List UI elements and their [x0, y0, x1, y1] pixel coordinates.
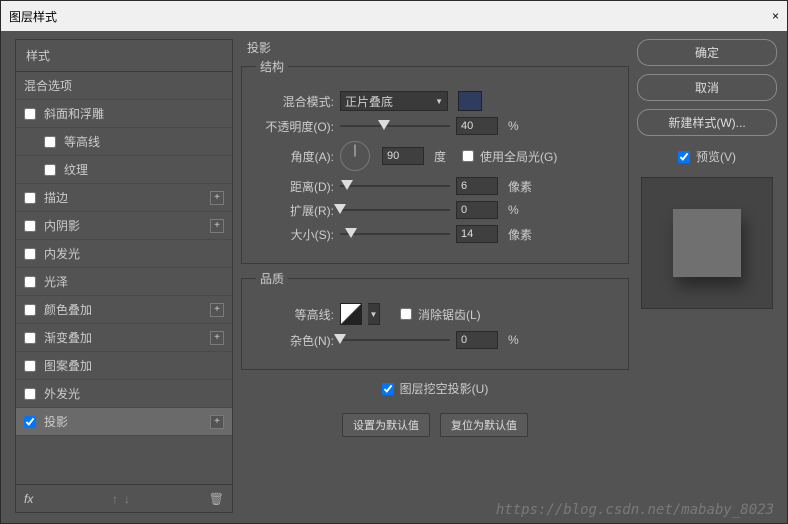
dialog-title: 图层样式 — [9, 8, 57, 25]
blending-options[interactable]: 混合选项 — [16, 72, 232, 100]
style-label: 光泽 — [44, 273, 224, 290]
style-item-图案叠加[interactable]: 图案叠加 — [16, 352, 232, 380]
antialias-checkbox[interactable] — [400, 308, 412, 320]
styles-header: 样式 — [16, 40, 232, 72]
arrow-down-icon[interactable]: ↓ — [124, 492, 130, 506]
style-item-纹理[interactable]: 纹理 — [16, 156, 232, 184]
style-label: 等高线 — [64, 133, 224, 150]
new-style-button[interactable]: 新建样式(W)... — [637, 109, 777, 136]
add-effect-icon[interactable]: + — [210, 191, 224, 205]
style-checkbox[interactable] — [24, 220, 36, 232]
size-slider[interactable] — [340, 227, 450, 241]
spread-label: 扩展(R): — [256, 202, 334, 219]
size-label: 大小(S): — [256, 226, 334, 243]
style-label: 纹理 — [64, 161, 224, 178]
style-item-描边[interactable]: 描边+ — [16, 184, 232, 212]
knockout-checkbox[interactable] — [382, 383, 394, 395]
style-label: 斜面和浮雕 — [44, 105, 224, 122]
fx-icon[interactable]: fx — [24, 492, 33, 506]
ok-button[interactable]: 确定 — [637, 39, 777, 66]
contour-picker[interactable] — [340, 303, 362, 325]
distance-slider[interactable] — [340, 179, 450, 193]
chevron-down-icon: ▼ — [435, 97, 443, 106]
style-item-渐变叠加[interactable]: 渐变叠加+ — [16, 324, 232, 352]
contour-dropdown[interactable]: ▼ — [368, 303, 380, 325]
global-light-checkbox[interactable] — [462, 150, 474, 162]
preview-swatch — [673, 209, 741, 277]
angle-input[interactable] — [382, 147, 424, 165]
style-checkbox[interactable] — [44, 164, 56, 176]
arrow-up-icon[interactable]: ↑ — [112, 492, 118, 506]
distance-label: 距离(D): — [256, 178, 334, 195]
style-checkbox[interactable] — [24, 192, 36, 204]
style-checkbox[interactable] — [24, 360, 36, 372]
style-item-颜色叠加[interactable]: 颜色叠加+ — [16, 296, 232, 324]
style-checkbox[interactable] — [24, 304, 36, 316]
blend-mode-label: 混合模式: — [256, 93, 334, 110]
preview-panel — [641, 177, 773, 309]
preview-checkbox[interactable] — [678, 151, 690, 163]
angle-label: 角度(A): — [256, 148, 334, 165]
style-item-内阴影[interactable]: 内阴影+ — [16, 212, 232, 240]
add-effect-icon[interactable]: + — [210, 219, 224, 233]
style-item-投影[interactable]: 投影+ — [16, 408, 232, 436]
size-input[interactable] — [456, 225, 498, 243]
style-item-光泽[interactable]: 光泽 — [16, 268, 232, 296]
style-item-等高线[interactable]: 等高线 — [16, 128, 232, 156]
section-title: 投影 — [241, 39, 629, 58]
style-label: 描边 — [44, 189, 210, 206]
opacity-input[interactable] — [456, 117, 498, 135]
close-icon[interactable]: × — [772, 9, 779, 23]
noise-input[interactable] — [456, 331, 498, 349]
style-label: 内阴影 — [44, 217, 210, 234]
structure-group: 结构 混合模式: 正片叠底 ▼ 不透明度(O): % 角度(A): — [241, 58, 629, 264]
style-item-外发光[interactable]: 外发光 — [16, 380, 232, 408]
style-checkbox[interactable] — [24, 248, 36, 260]
blend-mode-select[interactable]: 正片叠底 ▼ — [340, 91, 448, 111]
quality-group: 品质 等高线: ▼ 消除锯齿(L) 杂色(N): % — [241, 270, 629, 370]
watermark: https://blog.csdn.net/mababy_8023 — [496, 502, 774, 518]
style-label: 颜色叠加 — [44, 301, 210, 318]
styles-panel: 样式 混合选项 斜面和浮雕等高线纹理描边+内阴影+内发光光泽颜色叠加+渐变叠加+… — [15, 39, 233, 513]
style-label: 图案叠加 — [44, 357, 224, 374]
opacity-slider[interactable] — [340, 119, 450, 133]
style-label: 外发光 — [44, 385, 224, 402]
cancel-button[interactable]: 取消 — [637, 74, 777, 101]
add-effect-icon[interactable]: + — [210, 331, 224, 345]
shadow-color-swatch[interactable] — [458, 91, 482, 111]
style-checkbox[interactable] — [44, 136, 56, 148]
noise-slider[interactable] — [340, 333, 450, 347]
spread-slider[interactable] — [340, 203, 450, 217]
style-checkbox[interactable] — [24, 276, 36, 288]
global-light-label: 使用全局光(G) — [480, 148, 557, 165]
add-effect-icon[interactable]: + — [210, 415, 224, 429]
make-default-button[interactable]: 设置为默认值 — [342, 413, 430, 437]
style-checkbox[interactable] — [24, 388, 36, 400]
style-label: 投影 — [44, 413, 210, 430]
style-checkbox[interactable] — [24, 108, 36, 120]
style-item-斜面和浮雕[interactable]: 斜面和浮雕 — [16, 100, 232, 128]
angle-dial[interactable] — [340, 141, 370, 171]
style-item-内发光[interactable]: 内发光 — [16, 240, 232, 268]
distance-input[interactable] — [456, 177, 498, 195]
knockout-label: 图层挖空投影(U) — [400, 380, 489, 397]
style-checkbox[interactable] — [24, 416, 36, 428]
add-effect-icon[interactable]: + — [210, 303, 224, 317]
style-label: 内发光 — [44, 245, 224, 262]
reset-default-button[interactable]: 复位为默认值 — [440, 413, 528, 437]
opacity-label: 不透明度(O): — [256, 118, 334, 135]
preview-label: 预览(V) — [696, 148, 736, 165]
trash-icon[interactable]: 🗑 — [209, 492, 224, 506]
style-checkbox[interactable] — [24, 332, 36, 344]
style-label: 渐变叠加 — [44, 329, 210, 346]
contour-label: 等高线: — [256, 306, 334, 323]
noise-label: 杂色(N): — [256, 332, 334, 349]
antialias-label: 消除锯齿(L) — [418, 306, 481, 323]
spread-input[interactable] — [456, 201, 498, 219]
